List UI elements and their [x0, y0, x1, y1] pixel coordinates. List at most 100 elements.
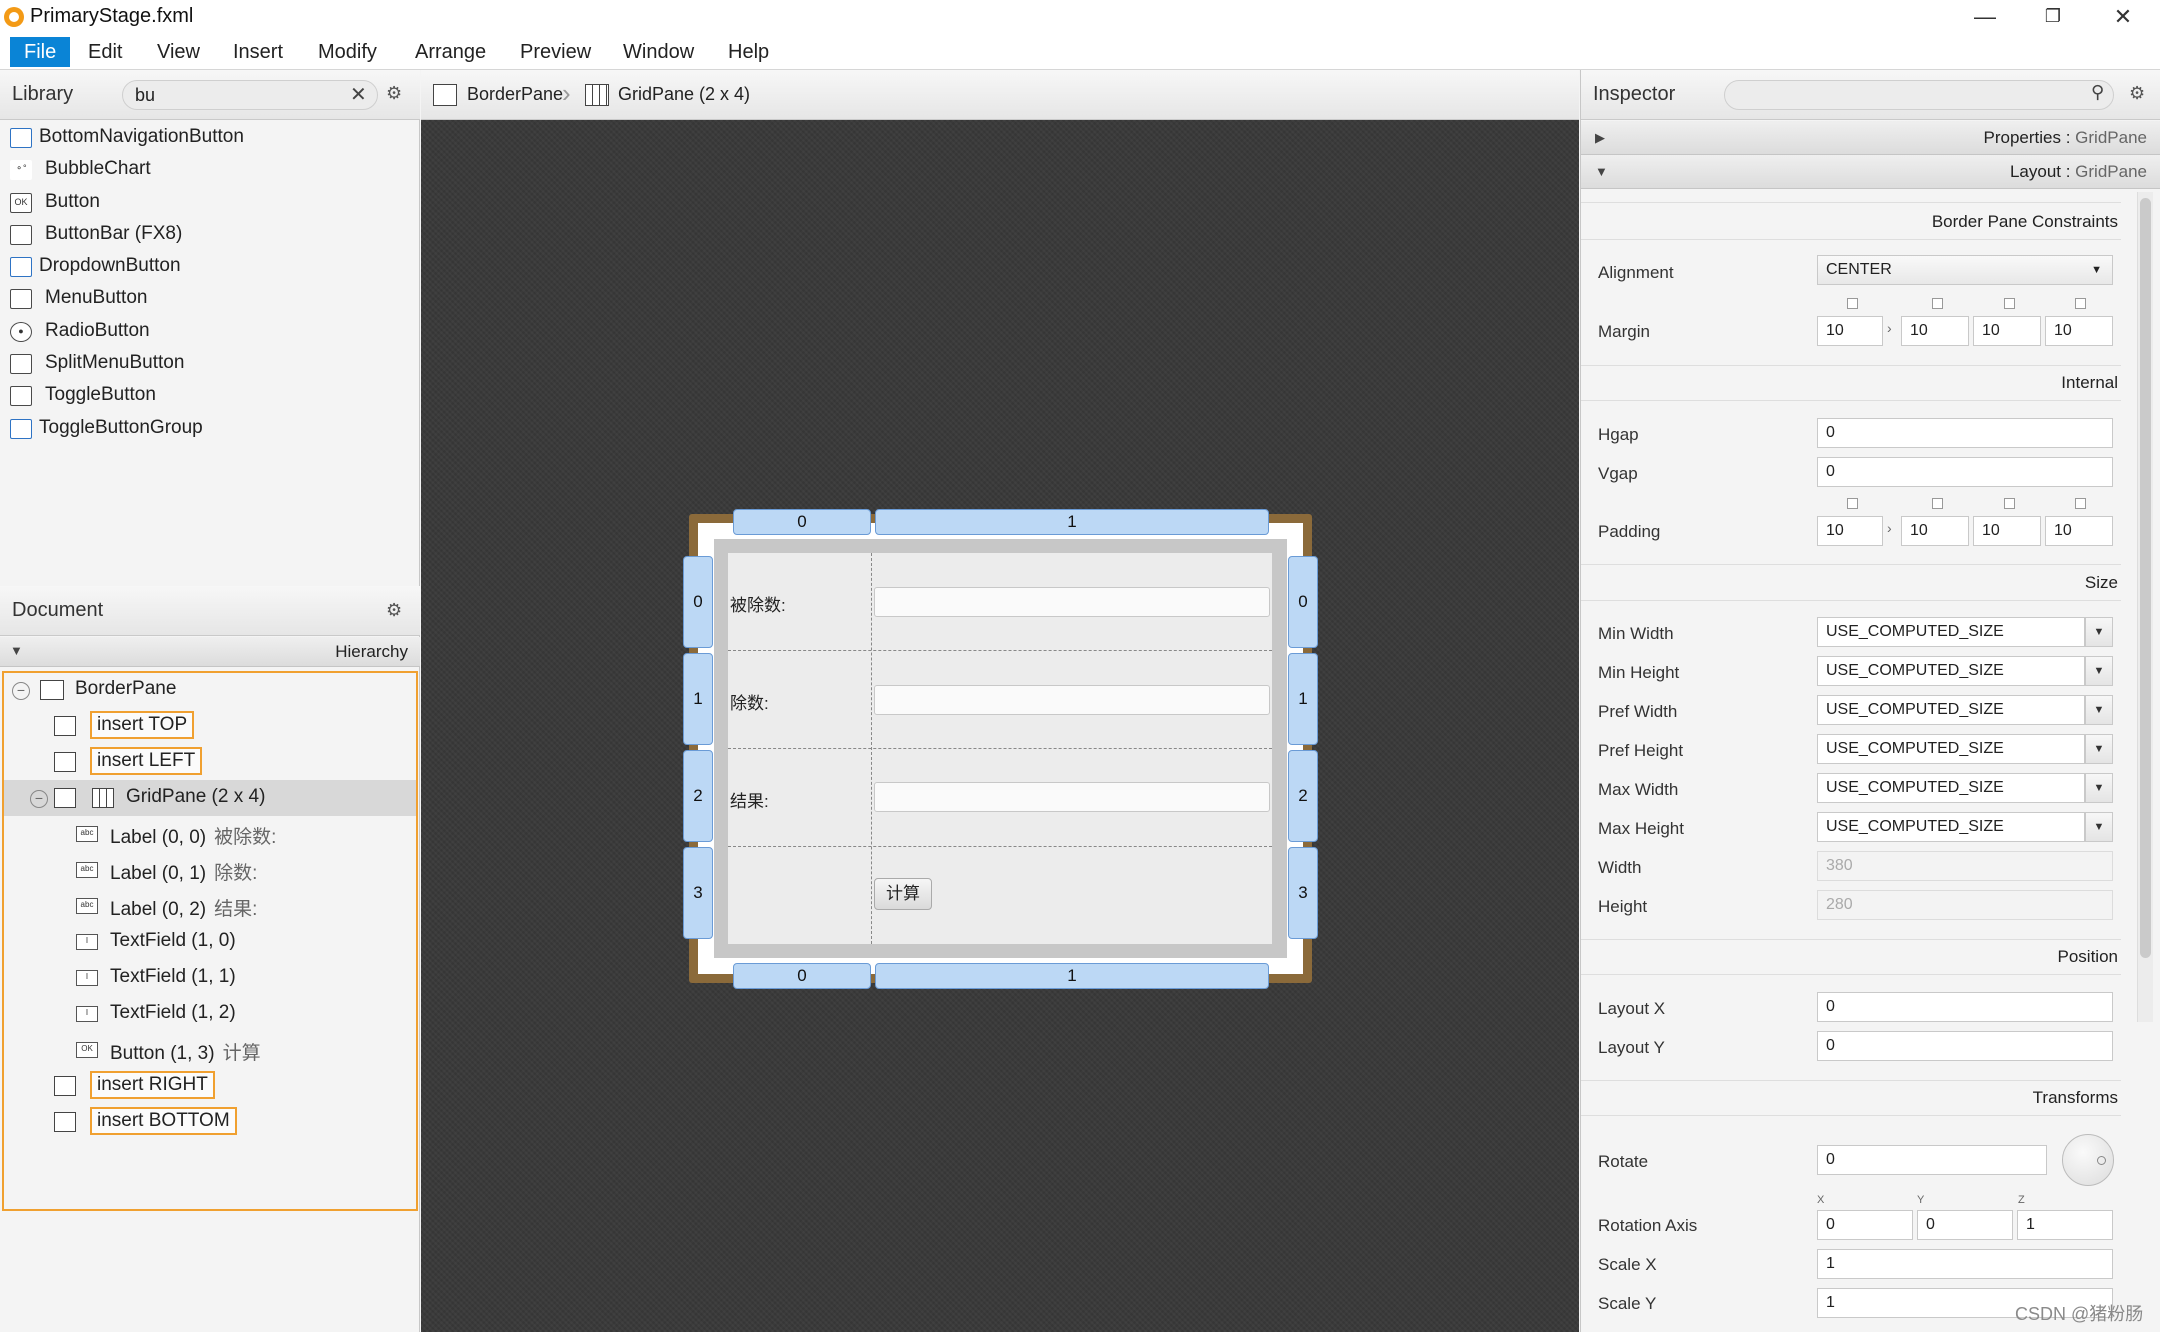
rotate-input[interactable]: 0: [1817, 1145, 2047, 1175]
rotate-dial[interactable]: [2062, 1134, 2114, 1186]
rotation-axis-y-input[interactable]: 0: [1917, 1210, 2013, 1240]
dropdown-arrow-icon[interactable]: ▼: [2085, 695, 2113, 725]
column-handle-top[interactable]: 1: [875, 509, 1269, 535]
padding-left-input[interactable]: 10: [2045, 516, 2113, 546]
inspector-scrollbar[interactable]: [2137, 192, 2153, 1022]
layout-section-bar[interactable]: ▼ Layout : GridPane: [1581, 155, 2160, 189]
library-item[interactable]: ToggleButton: [0, 380, 420, 412]
menu-window[interactable]: Window: [609, 37, 708, 67]
tree-row-borderpane[interactable]: − BorderPane: [4, 672, 416, 708]
collapse-icon[interactable]: −: [30, 790, 48, 808]
library-item[interactable]: BottomNavigationButton: [0, 122, 420, 154]
padding-bottom-input[interactable]: 10: [1973, 516, 2041, 546]
inspector-search-input[interactable]: [1724, 80, 2114, 110]
library-item[interactable]: MenuButton: [0, 283, 420, 315]
tree-row-gridpane[interactable]: − GridPane (2 x 4): [4, 780, 416, 816]
divisor-textfield[interactable]: [874, 685, 1270, 715]
tree-row-label[interactable]: abc Label (0, 2) 结果:: [4, 888, 416, 924]
margin-left-input[interactable]: 10: [2045, 316, 2113, 346]
row-handle-left[interactable]: 1: [683, 653, 713, 745]
layout-x-input[interactable]: 0: [1817, 992, 2113, 1022]
row-handle-right[interactable]: 3: [1288, 847, 1318, 939]
max-height-input[interactable]: USE_COMPUTED_SIZE: [1817, 812, 2085, 842]
row-handle-left[interactable]: 0: [683, 556, 713, 648]
row-handle-right[interactable]: 0: [1288, 556, 1318, 648]
padding-top-input[interactable]: 10: [1817, 516, 1883, 546]
dividend-textfield[interactable]: [874, 587, 1270, 617]
clear-search-icon[interactable]: ✕: [350, 82, 367, 107]
menu-modify[interactable]: Modify: [304, 37, 391, 67]
library-item[interactable]: SplitMenuButton: [0, 348, 420, 380]
minimize-button[interactable]: —: [1950, 0, 2020, 33]
min-height-input[interactable]: USE_COMPUTED_SIZE: [1817, 656, 2085, 686]
tree-row-label[interactable]: abc Label (0, 0) 被除数:: [4, 816, 416, 852]
margin-bottom-input[interactable]: 10: [1973, 316, 2041, 346]
insert-right-tag[interactable]: insert RIGHT: [90, 1071, 215, 1099]
collapse-icon[interactable]: −: [12, 682, 30, 700]
row-handle-left[interactable]: 3: [683, 847, 713, 939]
tree-row-insert-top[interactable]: insert TOP: [4, 708, 416, 744]
tree-row-insert-left[interactable]: insert LEFT: [4, 744, 416, 780]
tree-row-insert-bottom[interactable]: insert BOTTOM: [4, 1104, 416, 1140]
tree-row-textfield[interactable]: I TextField (1, 1): [4, 960, 416, 996]
tree-row-insert-right[interactable]: insert RIGHT: [4, 1068, 416, 1104]
menu-edit[interactable]: Edit: [74, 37, 136, 67]
layout-y-input[interactable]: 0: [1817, 1031, 2113, 1061]
dropdown-arrow-icon[interactable]: ▼: [2085, 656, 2113, 686]
dropdown-arrow-icon[interactable]: ▼: [2085, 773, 2113, 803]
dropdown-arrow-icon[interactable]: ▼: [2085, 734, 2113, 764]
inspector-gear-icon[interactable]: ⚙: [2129, 83, 2145, 104]
gridpane-area[interactable]: 被除数: 除数: 结果: 计算: [728, 553, 1272, 944]
alignment-select[interactable]: CENTER ▼: [1817, 255, 2113, 285]
document-gear-icon[interactable]: ⚙: [386, 600, 402, 621]
menu-preview[interactable]: Preview: [506, 37, 605, 67]
restore-button[interactable]: ❐: [2018, 0, 2088, 33]
library-item[interactable]: ButtonBar (FX8): [0, 219, 420, 251]
calc-button[interactable]: 计算: [874, 878, 932, 910]
library-search-input[interactable]: bu: [122, 80, 378, 110]
design-canvas[interactable]: 被除数: 除数: 结果: 计算 0 1 0 1 0 1 2 3 0 1 2 3: [421, 120, 1579, 1332]
link-arrow-icon[interactable]: ›: [1887, 520, 1892, 536]
column-handle-top[interactable]: 0: [733, 509, 871, 535]
min-width-input[interactable]: USE_COMPUTED_SIZE: [1817, 617, 2085, 647]
pref-width-input[interactable]: USE_COMPUTED_SIZE: [1817, 695, 2085, 725]
max-width-input[interactable]: USE_COMPUTED_SIZE: [1817, 773, 2085, 803]
rotation-axis-x-input[interactable]: 0: [1817, 1210, 1913, 1240]
insert-bottom-tag[interactable]: insert BOTTOM: [90, 1107, 237, 1135]
scroll-thumb[interactable]: [2140, 198, 2151, 958]
breadcrumb-gridpane[interactable]: GridPane (2 x 4): [618, 84, 750, 105]
library-item[interactable]: ToggleButtonGroup: [0, 413, 420, 445]
row-handle-right[interactable]: 2: [1288, 750, 1318, 842]
vgap-input[interactable]: 0: [1817, 457, 2113, 487]
column-handle-bottom[interactable]: 0: [733, 963, 871, 989]
tree-row-textfield[interactable]: I TextField (1, 2): [4, 996, 416, 1032]
library-item[interactable]: ⚬° BubbleChart: [0, 154, 420, 186]
library-item[interactable]: ● RadioButton: [0, 316, 420, 348]
library-item[interactable]: DropdownButton: [0, 251, 420, 283]
result-textfield[interactable]: [874, 782, 1270, 812]
pref-height-input[interactable]: USE_COMPUTED_SIZE: [1817, 734, 2085, 764]
hierarchy-bar[interactable]: ▼ Hierarchy: [0, 637, 420, 667]
tree-row-textfield[interactable]: I TextField (1, 0): [4, 924, 416, 960]
row-handle-left[interactable]: 2: [683, 750, 713, 842]
dropdown-arrow-icon[interactable]: ▼: [2085, 812, 2113, 842]
search-icon[interactable]: ⚲: [2091, 82, 2104, 103]
menu-help[interactable]: Help: [714, 37, 783, 67]
link-arrow-icon[interactable]: ›: [1887, 320, 1892, 336]
padding-right-input[interactable]: 10: [1901, 516, 1969, 546]
library-gear-icon[interactable]: ⚙: [386, 83, 402, 104]
menu-view[interactable]: View: [143, 37, 214, 67]
hgap-input[interactable]: 0: [1817, 418, 2113, 448]
scale-x-input[interactable]: 1: [1817, 1249, 2113, 1279]
menu-arrange[interactable]: Arrange: [401, 37, 500, 67]
column-handle-bottom[interactable]: 1: [875, 963, 1269, 989]
breadcrumb-borderpane[interactable]: BorderPane: [467, 84, 563, 105]
menu-insert[interactable]: Insert: [219, 37, 297, 67]
insert-left-tag[interactable]: insert LEFT: [90, 747, 203, 775]
tree-row-button[interactable]: OK Button (1, 3) 计算: [4, 1032, 416, 1068]
dropdown-arrow-icon[interactable]: ▼: [2085, 617, 2113, 647]
menu-file[interactable]: File: [10, 37, 71, 67]
insert-top-tag[interactable]: insert TOP: [90, 711, 195, 739]
margin-top-input[interactable]: 10: [1817, 316, 1883, 346]
properties-section-bar[interactable]: ▶ Properties : GridPane: [1581, 121, 2160, 155]
